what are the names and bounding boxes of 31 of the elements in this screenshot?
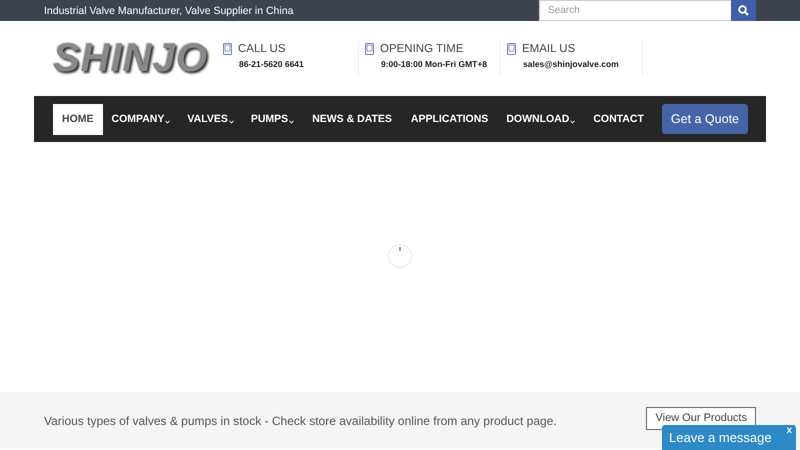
chat-toast[interactable]: Leave a message x — [662, 425, 796, 450]
nav-item[interactable]: HOME — [53, 104, 102, 134]
nav-item[interactable]: VALVES — [179, 104, 242, 134]
caret-icon — [228, 120, 234, 124]
contact-value: 86-21-5620 6641 — [238, 59, 305, 69]
loading-spinner-icon — [387, 243, 413, 269]
caret-icon — [289, 120, 294, 124]
nav-item[interactable]: CONTACT — [584, 104, 653, 134]
close-button[interactable]: x — [786, 425, 792, 436]
caret-icon — [570, 120, 576, 124]
search-field[interactable]: Search — [539, 0, 731, 21]
contact-label: CALL US — [238, 43, 286, 55]
phone-icon — [507, 43, 516, 55]
phone-icon — [223, 43, 232, 55]
nav-item[interactable]: NEWS & DATES — [303, 104, 401, 134]
quote-button[interactable]: Get a Quote — [662, 104, 748, 134]
contact-label: EMAIL US — [522, 43, 576, 55]
caret-icon — [165, 120, 170, 124]
nav-item[interactable]: COMPANY — [104, 104, 178, 134]
search-icon — [738, 5, 749, 16]
nav-item[interactable]: APPLICATIONS — [402, 104, 498, 134]
nav-item[interactable]: PUMPS — [242, 104, 302, 134]
tagline: Industrial Valve Manufacturer, Valve Supplier in China — [44, 4, 294, 16]
nav-item[interactable]: DOWNLOAD — [498, 104, 584, 134]
search-button[interactable] — [731, 0, 756, 21]
banner-text: Various types of valves & pumps in stock - Check store availability online from any product page. — [44, 414, 558, 428]
contact-value: sales@shinjovalve.com — [522, 59, 620, 69]
phone-icon — [365, 43, 374, 55]
contact-label: OPENING TIME — [380, 43, 464, 55]
contact-value: 9:00-18:00 Mon-Fri GMT+8 — [380, 59, 488, 69]
logo[interactable]: SHINJO — [53, 36, 223, 80]
